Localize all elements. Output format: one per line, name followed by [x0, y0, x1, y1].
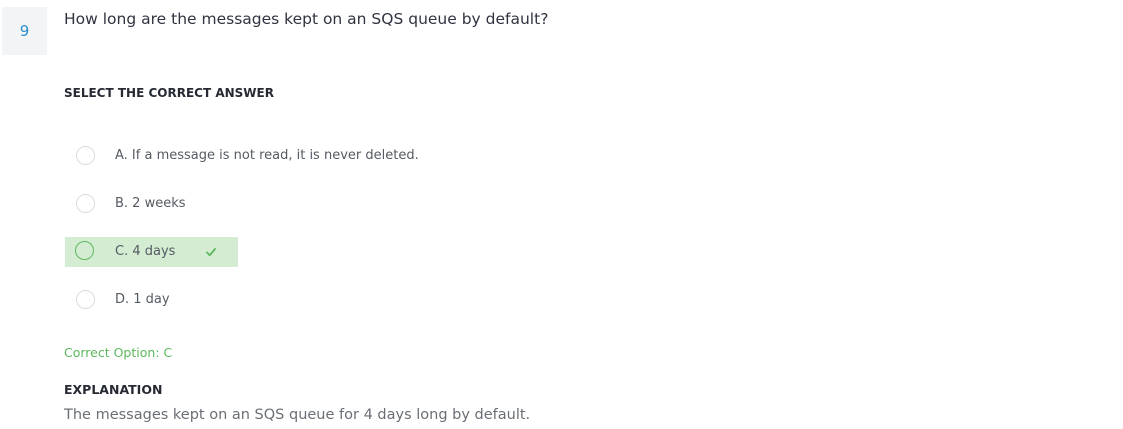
option-d[interactable]: D. 1 day — [65, 285, 205, 315]
correct-option-text: Correct Option: C — [64, 345, 173, 360]
question-text: How long are the messages kept on an SQS… — [64, 10, 549, 28]
option-label: A. If a message is not read, it is never… — [115, 148, 419, 163]
explanation-text: The messages kept on an SQS queue for 4 … — [64, 407, 531, 423]
radio-button[interactable] — [76, 146, 95, 165]
radio-button[interactable] — [75, 241, 94, 260]
option-a[interactable]: A. If a message is not read, it is never… — [65, 141, 445, 171]
option-label: D. 1 day — [115, 292, 170, 307]
radio-button[interactable] — [76, 290, 95, 309]
option-c[interactable]: C. 4 days — [65, 237, 238, 267]
checkmark-icon — [206, 248, 216, 257]
question-number: 9 — [2, 7, 47, 55]
option-label: B. 2 weeks — [115, 196, 186, 211]
option-b[interactable]: B. 2 weeks — [65, 189, 205, 219]
option-label: C. 4 days — [115, 244, 176, 259]
explanation-title: EXPLANATION — [64, 382, 163, 397]
radio-button[interactable] — [76, 194, 95, 213]
answer-instruction: SELECT THE CORRECT ANSWER — [64, 86, 274, 100]
